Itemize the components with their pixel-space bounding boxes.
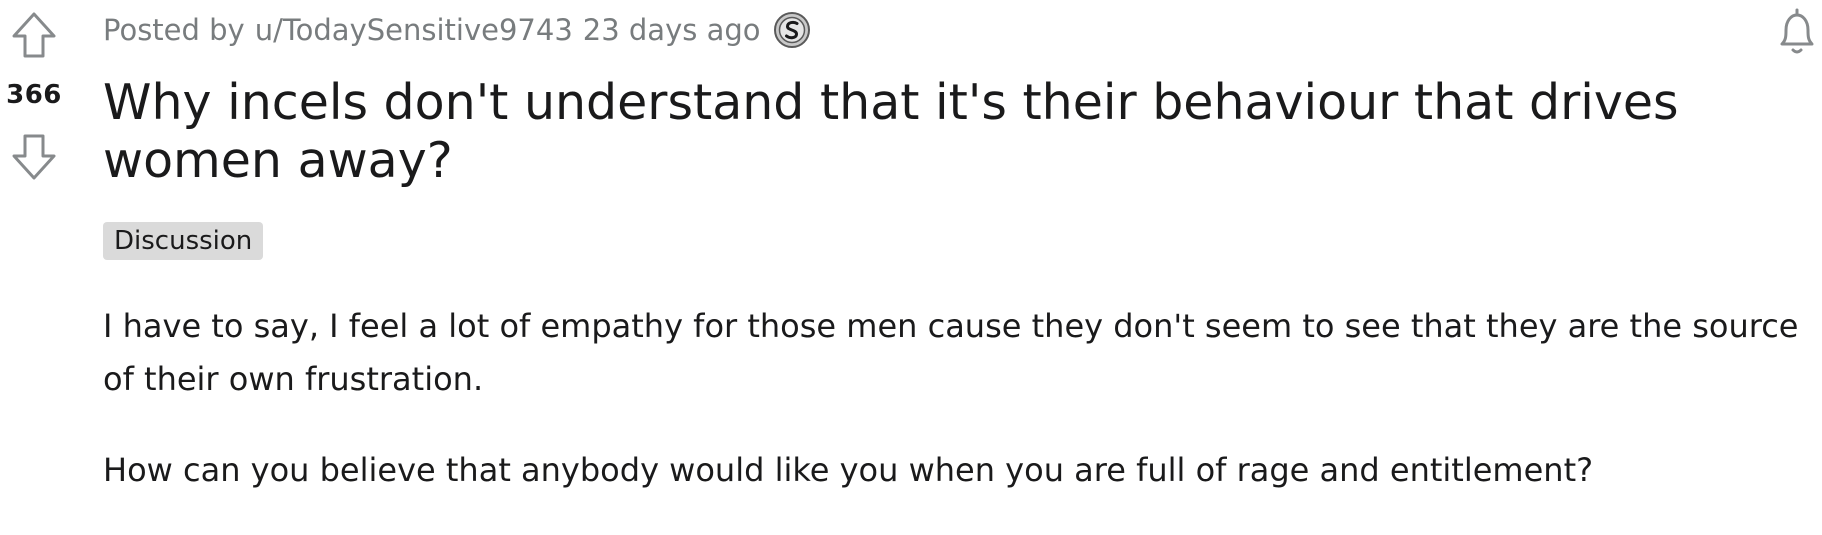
vote-score: 366 — [6, 80, 62, 110]
bell-icon — [1780, 8, 1814, 54]
silver-coin-award-icon[interactable] — [773, 11, 811, 49]
arrow-down-outline-icon — [12, 134, 56, 180]
post-meta: Posted by u/TodaySensitive9743 23 days a… — [103, 10, 811, 50]
post-body: I have to say, I feel a lot of empathy f… — [103, 300, 1803, 535]
arrow-up-outline-icon — [12, 12, 56, 58]
upvote-button[interactable] — [8, 10, 60, 62]
post-title[interactable]: Why incels don't understand that it's th… — [103, 74, 1803, 190]
post-body-paragraph: I have to say, I feel a lot of empathy f… — [103, 307, 1799, 398]
post-timestamp[interactable]: 23 days ago — [583, 13, 761, 47]
author-link[interactable]: u/TodaySensitive9743 — [255, 13, 573, 47]
post-flair[interactable]: Discussion — [103, 222, 264, 260]
downvote-button[interactable] — [8, 130, 60, 182]
post-body-paragraph: How can you believe that anybody would l… — [103, 451, 1594, 489]
posted-by-prefix: Posted by — [103, 13, 245, 47]
notification-bell-button[interactable] — [1772, 6, 1822, 58]
